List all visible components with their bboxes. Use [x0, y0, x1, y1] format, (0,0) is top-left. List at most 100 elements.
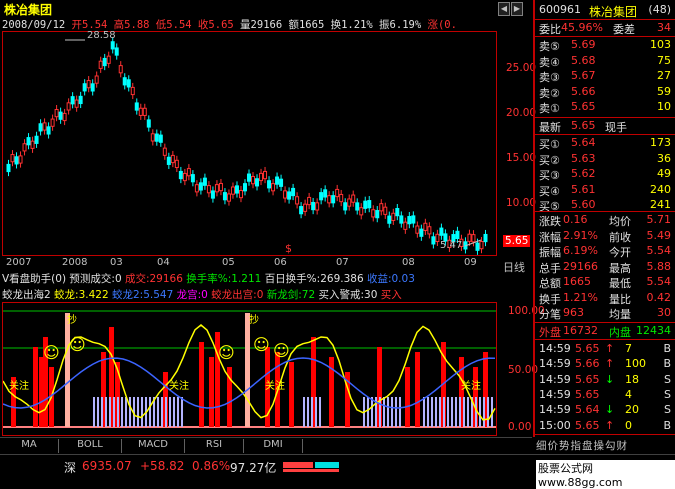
candle-body	[46, 126, 51, 135]
candle-body	[307, 196, 312, 206]
candle-body	[479, 241, 484, 250]
indicator-tabs: MA BOLL MACD RSI DMI	[0, 437, 532, 454]
indicator-title-line: 蛟龙出海2 蛟龙:3.422 蛟龙2:5.547 龙宫:0 蛟龙出宫:0 新龙剑…	[2, 287, 532, 302]
sell-level-volume: 75	[657, 53, 671, 67]
tab-dmi[interactable]: DMI	[244, 439, 303, 453]
candle-body	[142, 107, 147, 116]
quote-count: (48)	[648, 3, 671, 16]
indicator-lavender-bar	[125, 397, 127, 427]
sell-level-row: 卖⑤ 5.69 103	[539, 38, 673, 53]
price-axis-label: 25.00	[506, 62, 537, 74]
candle-body	[339, 193, 344, 203]
candle-body	[58, 111, 63, 120]
sell-level-label: 卖⑤	[539, 40, 560, 53]
candle-body	[291, 187, 296, 197]
candle-body	[158, 134, 163, 143]
index-bar-graph	[283, 462, 339, 472]
indicator-lavender-bar	[367, 397, 369, 427]
candle-body	[42, 122, 47, 131]
candle-body	[170, 154, 175, 164]
tick-price: 5.65	[575, 372, 600, 386]
stat-value: 1.21%	[563, 290, 598, 304]
indicator-lavender-bar	[487, 397, 489, 427]
tab-ma[interactable]: MA	[0, 439, 59, 453]
indicator-lavender-bar	[117, 397, 119, 427]
indicator-lavender-bar	[467, 397, 469, 427]
buy-level-row: 买③ 5.62 49	[539, 167, 673, 182]
indicator-chart[interactable]: 关注 关注 关注 关注 抄 抄 ☺ ☺ ☺ ☺ ☺	[2, 302, 497, 436]
tick-time: 14:59	[539, 387, 571, 401]
indicator-axis-label: 0.00	[508, 421, 532, 433]
indicator-lavender-bar	[149, 397, 151, 427]
outer-value: 16732	[563, 324, 598, 337]
candle-body	[419, 228, 424, 237]
indicator-peak-bar	[245, 313, 250, 427]
indicator-lavender-bar	[157, 397, 159, 427]
price-axis-label: 20.00	[506, 107, 537, 119]
sell-level-row: 卖② 5.66 59	[539, 85, 673, 100]
candle-body	[150, 133, 155, 142]
stat-row: 换手 1.21% 量比 0.42	[539, 291, 673, 306]
index-value: 6935.07	[82, 459, 132, 473]
tab-macd[interactable]: MACD	[122, 439, 185, 453]
stat-value: 963	[563, 306, 584, 319]
tab-boll[interactable]: BOLL	[59, 439, 122, 453]
date-tick: 2008	[62, 257, 88, 268]
candle-body	[323, 189, 328, 198]
volume-text: 量29166	[240, 19, 283, 31]
attention-marker: 关注	[461, 381, 481, 392]
candle-body	[315, 202, 320, 211]
scroll-right-icon[interactable]: ▶	[511, 2, 523, 16]
candle-body	[435, 233, 440, 243]
indicator-name: 蛟龙出海2	[2, 289, 51, 301]
candle-body	[247, 173, 251, 182]
candle-body	[299, 206, 304, 215]
quote-stock-name: 株冶集团	[589, 5, 638, 19]
candle-body	[90, 83, 95, 92]
tick-time: 14:59	[539, 372, 571, 386]
tick-side: B	[663, 342, 671, 355]
scroll-left-icon[interactable]: ◀	[498, 2, 510, 16]
date-tick: 2007	[6, 257, 32, 268]
indicator-red-bar	[33, 347, 38, 427]
indicator-red-bar	[405, 367, 410, 427]
candle-body	[399, 215, 404, 224]
tick-side: B	[663, 418, 671, 432]
candle-body	[34, 135, 39, 144]
candle-body	[18, 155, 23, 164]
buy-level-volume: 241	[650, 198, 671, 211]
candle-body	[62, 112, 67, 122]
weibi-value: 45.96%	[561, 21, 603, 34]
indicator-lavender-bar	[319, 397, 321, 427]
indicator-lavender-bar	[455, 397, 457, 427]
sell-level-label: 卖③	[539, 71, 560, 84]
stat-label: 今开	[609, 246, 631, 259]
kline-chart[interactable]: 28.58 5.47 $	[2, 30, 497, 256]
candle-body	[415, 225, 420, 234]
stat-value: 6.19%	[563, 244, 598, 257]
tab-rsi[interactable]: RSI	[185, 439, 244, 453]
candle-body	[371, 209, 376, 218]
tick-time: 14:59	[539, 357, 571, 371]
stat-label: 分笔	[539, 308, 561, 321]
candle-body	[226, 193, 231, 202]
indicator-lavender-bar	[371, 397, 373, 427]
candle-body	[267, 180, 272, 189]
candle-body	[455, 230, 460, 239]
stat-value: 5.49	[646, 228, 672, 242]
indicator-lavender-bar	[391, 397, 393, 427]
indicator-red-bar	[199, 342, 204, 427]
candle-body	[82, 83, 87, 92]
quote-footer-tabs[interactable]: 细价势指盘操勾财	[536, 438, 674, 452]
tick-volume: 4	[625, 387, 632, 401]
indicator-lavender-bar	[443, 397, 445, 427]
candle-body	[271, 183, 276, 192]
buy-level-volume: 173	[650, 136, 671, 149]
indicator-lavender-bar	[459, 397, 461, 427]
candle-body	[283, 190, 288, 199]
sell-level-price: 5.67	[571, 69, 596, 82]
candle-body	[198, 182, 203, 191]
indicator-lavender-bar	[169, 397, 171, 427]
buy-level-volume: 240	[650, 182, 671, 196]
tick-price: 5.66	[575, 357, 600, 371]
